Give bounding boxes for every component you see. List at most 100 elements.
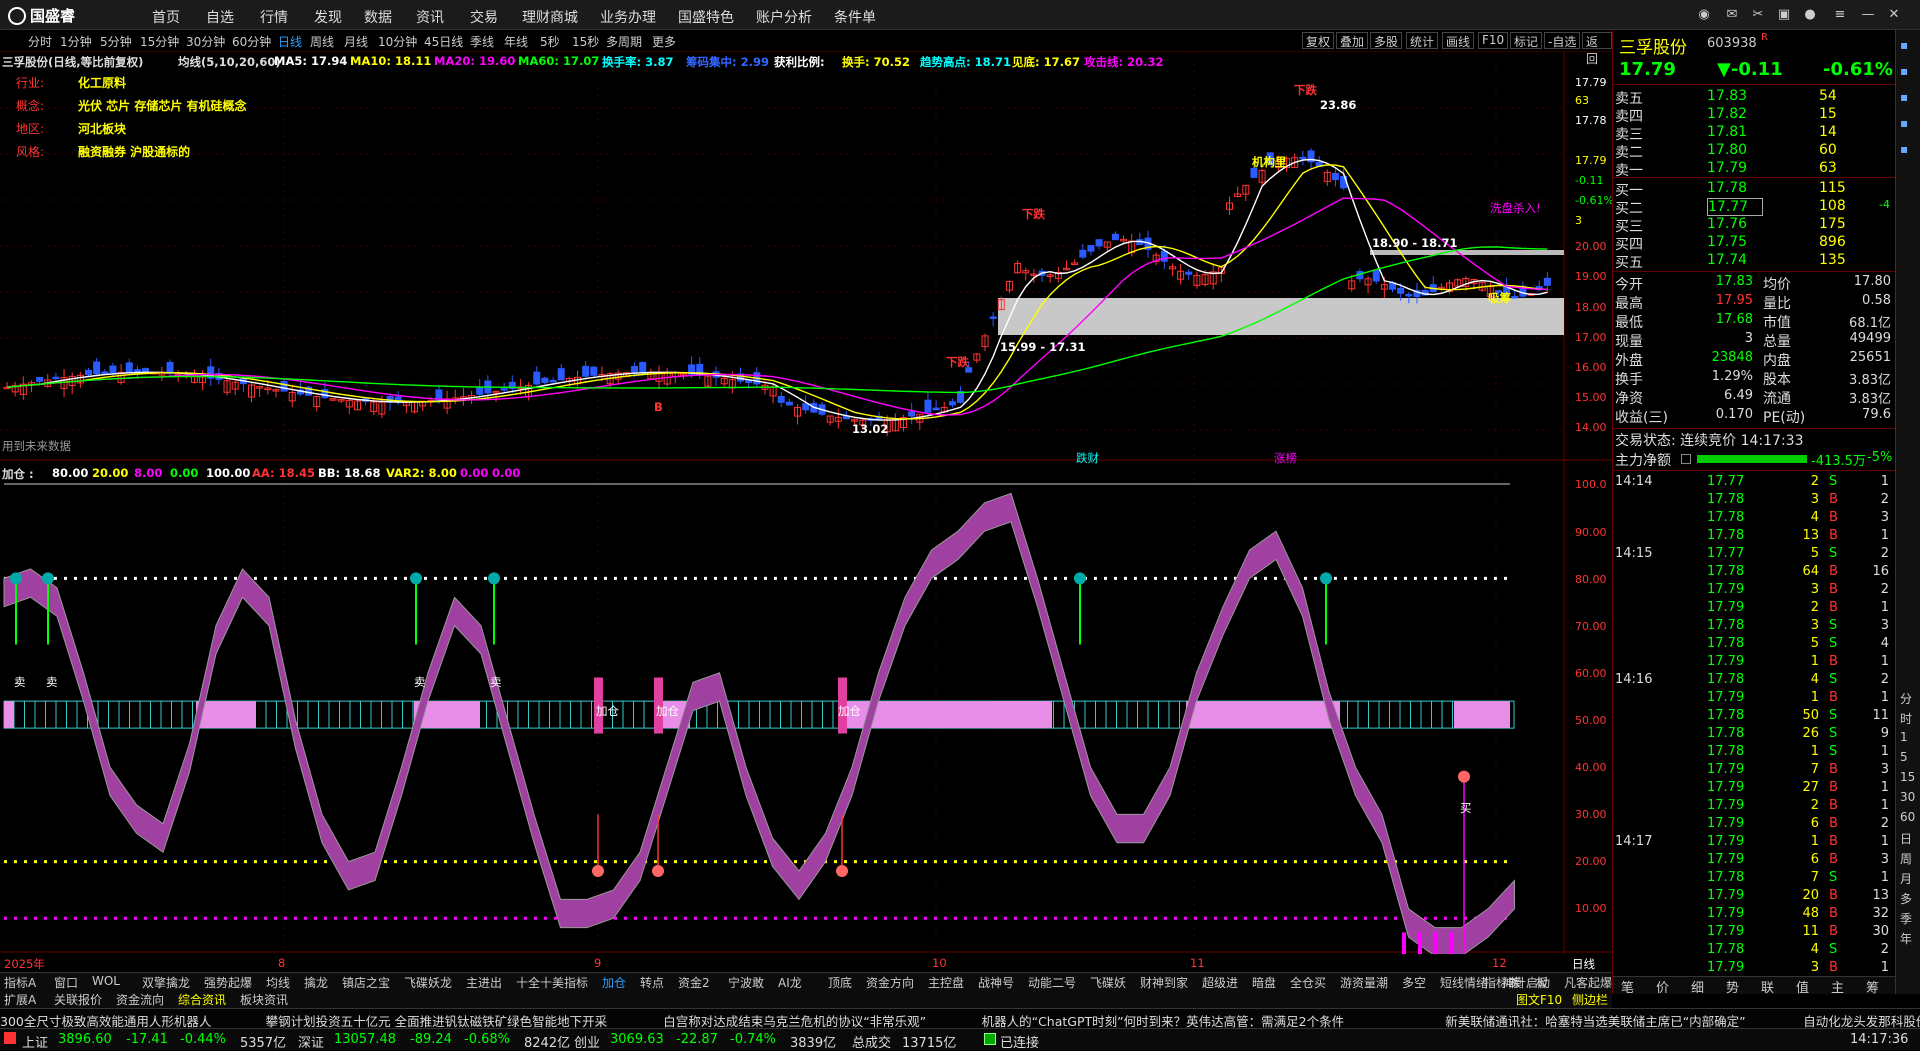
news-item-3[interactable]: 机器人的“ChatGPT时刻”何时到来？英伟达高管：需满足2个条件 bbox=[982, 1011, 1344, 1028]
vtab-12[interactable]: 年 bbox=[1900, 930, 1912, 947]
btn-stats[interactable]: 统计 bbox=[1406, 32, 1439, 49]
menu-watchlist[interactable]: 自选 bbox=[206, 7, 234, 27]
tools-icon[interactable]: ✂ bbox=[1748, 5, 1768, 25]
indicator-tab-20[interactable]: 动能二号 bbox=[1028, 974, 1076, 991]
vtab-7[interactable]: 日 bbox=[1900, 830, 1912, 847]
period-1min[interactable]: 1分钟 bbox=[60, 33, 92, 50]
menu-business[interactable]: 业务办理 bbox=[600, 7, 656, 27]
skin-icon[interactable]: ▣ bbox=[1774, 5, 1794, 25]
menu-trade[interactable]: 交易 bbox=[470, 7, 498, 27]
sz-label[interactable]: 深证 bbox=[298, 1032, 324, 1051]
vtab-6[interactable]: 60 bbox=[1900, 810, 1915, 824]
indicator-tab-11[interactable]: 加仓 bbox=[602, 974, 626, 991]
menu-home[interactable]: 首页 bbox=[152, 7, 180, 27]
btn-overlay[interactable]: 叠加 bbox=[1336, 32, 1369, 49]
menu-quotes[interactable]: 行情 bbox=[260, 7, 288, 27]
indicator-tab-0[interactable]: 指标A bbox=[4, 974, 36, 991]
menu-conditional[interactable]: 条件单 bbox=[834, 7, 876, 27]
period-monthly[interactable]: 月线 bbox=[344, 33, 368, 50]
panel-tab-1[interactable]: 价 bbox=[1656, 977, 1669, 996]
btn-fuquan[interactable]: 复权 bbox=[1302, 32, 1335, 49]
news-item-4[interactable]: 新美联储通讯社：哈塞特当选美联储主席已“内部确定” bbox=[1445, 1011, 1745, 1028]
period-multi[interactable]: 多周期 bbox=[606, 33, 642, 50]
vtab-4[interactable]: 15 bbox=[1900, 770, 1915, 784]
btn-f10[interactable]: F10 bbox=[1478, 32, 1509, 49]
period-30min[interactable]: 30分钟 bbox=[186, 33, 225, 50]
panel-tab-2[interactable]: 细 bbox=[1691, 977, 1704, 996]
menu-featured[interactable]: 国盛特色 bbox=[678, 7, 734, 27]
panel-tab-3[interactable]: 势 bbox=[1726, 977, 1739, 996]
ask-price-4[interactable]: 17.79 bbox=[1707, 160, 1747, 176]
period-15sec[interactable]: 15秒 bbox=[572, 33, 599, 50]
vtab-8[interactable]: 周 bbox=[1900, 850, 1912, 867]
news-item-1[interactable]: 攀钢计划投资五十亿元 全面推进钒钛磁铁矿绿色智能地下开采 bbox=[266, 1011, 607, 1028]
indicator-tab-23[interactable]: 超级进 bbox=[1202, 974, 1238, 991]
indicator-tab-26[interactable]: 游资量潮 bbox=[1340, 974, 1388, 991]
menu-discover[interactable]: 发现 bbox=[314, 7, 342, 27]
period-more[interactable]: 更多 bbox=[652, 33, 676, 50]
bid-price-4[interactable]: 17.74 bbox=[1707, 252, 1747, 268]
message-icon[interactable]: ✉ bbox=[1722, 5, 1742, 25]
close-icon[interactable]: ✕ bbox=[1884, 5, 1904, 25]
period-year[interactable]: 年线 bbox=[504, 33, 528, 50]
indicator-tab-10[interactable]: 十全十美指标 bbox=[516, 974, 588, 991]
indicator-tab-27[interactable]: 多空 bbox=[1402, 974, 1426, 991]
news-ticker[interactable]: 300全尺寸极致高效能通用人形机器人 攀钢计划投资五十亿元 全面推进钒钛磁铁矿绿色… bbox=[0, 1008, 1920, 1028]
indicator-tab-21[interactable]: 飞碟妖 bbox=[1090, 974, 1126, 991]
ext-tab-3[interactable]: 综合资讯 bbox=[178, 991, 226, 1008]
menu-data[interactable]: 数据 bbox=[364, 7, 392, 27]
ext-tab-1[interactable]: 关联报价 bbox=[54, 991, 102, 1008]
ask-price-2[interactable]: 17.81 bbox=[1707, 124, 1747, 140]
vtab-5[interactable]: 30 bbox=[1900, 790, 1915, 804]
main-net-toggle-icon[interactable] bbox=[1681, 454, 1691, 464]
news-item-0[interactable]: 300全尺寸极致高效能通用人形机器人 bbox=[0, 1011, 211, 1028]
indicator-tab-2[interactable]: WOL bbox=[92, 974, 120, 988]
btn-back[interactable]: 返回 bbox=[1582, 32, 1612, 66]
indicator-tab-15[interactable]: AI龙 bbox=[778, 974, 802, 991]
period-10min[interactable]: 10分钟 bbox=[378, 33, 417, 50]
period-5min[interactable]: 5分钟 bbox=[100, 33, 132, 50]
btn-mark[interactable]: 标记 bbox=[1510, 32, 1543, 49]
chat-icon[interactable]: ◉ bbox=[1694, 5, 1714, 25]
vtab-9[interactable]: 月 bbox=[1900, 870, 1912, 887]
btn-multistock[interactable]: 多股 bbox=[1370, 32, 1403, 49]
indicator-tab-8[interactable]: 飞碟妖龙 bbox=[404, 974, 452, 991]
indicator-tab-right-2[interactable]: 板 bbox=[1536, 974, 1548, 991]
panel-tab-6[interactable]: 主 bbox=[1831, 977, 1844, 996]
panel-tab-7[interactable]: 筹 bbox=[1866, 977, 1879, 996]
vtab-10[interactable]: 多 bbox=[1900, 890, 1912, 907]
indicator-tab-1[interactable]: 窗口 bbox=[54, 974, 78, 991]
bar-icon[interactable]: ▪ bbox=[1900, 142, 1908, 156]
period-weekly[interactable]: 周线 bbox=[310, 33, 334, 50]
indicator-tab-6[interactable]: 擒龙 bbox=[304, 974, 328, 991]
indicator-tab-28[interactable]: 短线情绪 bbox=[1440, 974, 1488, 991]
indicator-tab-22[interactable]: 财神到家 bbox=[1140, 974, 1188, 991]
ask-price-3[interactable]: 17.80 bbox=[1707, 142, 1747, 158]
list-icon[interactable]: ▪ bbox=[1900, 64, 1908, 78]
period-15min[interactable]: 15分钟 bbox=[140, 33, 179, 50]
settings-menu-icon[interactable]: ≡ bbox=[1830, 5, 1850, 25]
vtab-1[interactable]: 时 bbox=[1900, 710, 1912, 727]
ext-tab-right-0[interactable]: 图文F10 bbox=[1516, 991, 1562, 1008]
indicator-tab-12[interactable]: 转点 bbox=[640, 974, 664, 991]
bid-price-0[interactable]: 17.78 bbox=[1707, 180, 1747, 196]
menu-account[interactable]: 账户分析 bbox=[756, 7, 812, 27]
indicator-tab-5[interactable]: 均线 bbox=[266, 974, 290, 991]
sh-label[interactable]: 上证 bbox=[22, 1032, 48, 1051]
ext-tab-2[interactable]: 资金流向 bbox=[116, 991, 164, 1008]
btn-draw[interactable]: 画线 bbox=[1442, 32, 1475, 49]
period-60min[interactable]: 60分钟 bbox=[232, 33, 271, 50]
bid-price-3[interactable]: 17.75 bbox=[1707, 234, 1747, 250]
period-5sec[interactable]: 5秒 bbox=[540, 33, 560, 50]
ext-tab-4[interactable]: 板块资讯 bbox=[240, 991, 288, 1008]
indicator-tab-19[interactable]: 战神号 bbox=[978, 974, 1014, 991]
period-daily[interactable]: 日线 bbox=[278, 33, 302, 50]
period-quarter[interactable]: 季线 bbox=[470, 33, 494, 50]
period-45day[interactable]: 45日线 bbox=[424, 33, 463, 50]
indicator-tab-24[interactable]: 暗盘 bbox=[1252, 974, 1276, 991]
indicator-tab-7[interactable]: 镇店之宝 bbox=[342, 974, 390, 991]
panel-tab-4[interactable]: 联 bbox=[1761, 977, 1774, 996]
ext-tab-right-1[interactable]: 侧边栏 bbox=[1572, 991, 1608, 1008]
indicator-tab-right-1[interactable]: 模 bbox=[1510, 974, 1522, 991]
news-item-5[interactable]: 自动化龙头发那科股价大涨近10%！强强联手英伟 bbox=[1803, 1011, 1920, 1028]
